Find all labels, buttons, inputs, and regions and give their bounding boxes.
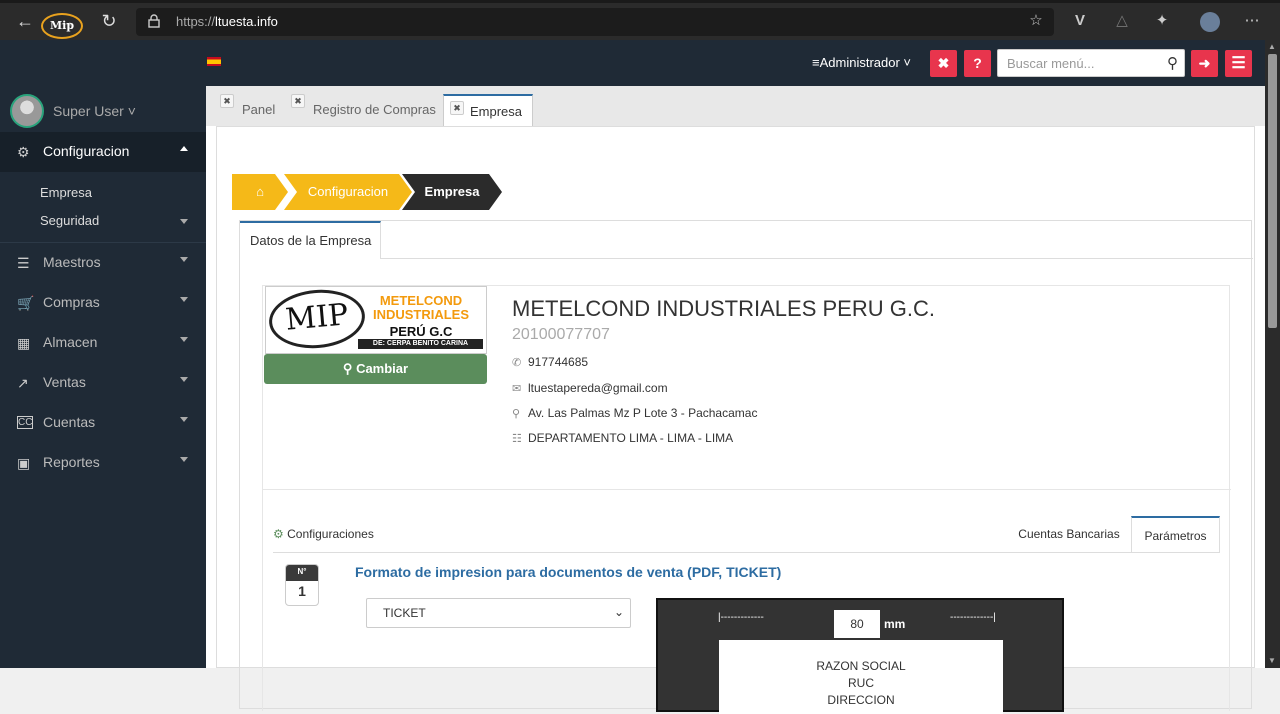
book-icon: ▣: [17, 455, 31, 471]
ticket-preview: |------------- -------------| 80 mm RAZO…: [656, 598, 1064, 714]
caret-down-icon: [180, 297, 188, 302]
reload-icon[interactable]: ↻: [98, 10, 120, 32]
change-logo-button[interactable]: ⚲ Cambiar: [264, 354, 487, 384]
menu-dots-icon[interactable]: ⋯: [1242, 12, 1262, 30]
chevron-down-icon: ⌄: [613, 605, 624, 619]
envelope-icon: ✉: [512, 383, 522, 395]
caret-down-icon: [180, 337, 188, 342]
sidebar-item-maestros[interactable]: ☰ Maestros: [0, 243, 206, 283]
address-bar[interactable]: https://ltuesta.info: [136, 8, 1054, 36]
company-ruc: 20100077707: [512, 326, 610, 343]
gears-icon: ⚙: [17, 144, 30, 160]
sidebar: Super User ˅ ⚙ Configuracion Empresa Segu…: [0, 86, 206, 668]
ticket-paper: RAZON SOCIAL RUC DIRECCION: [719, 640, 1003, 714]
scroll-down-icon[interactable]: ▼: [1268, 656, 1276, 665]
gear-icon: ⚙: [273, 527, 284, 541]
scroll-up-icon[interactable]: ▲: [1268, 42, 1276, 51]
tab-empresa[interactable]: ✖ Empresa: [443, 94, 533, 126]
sidebar-toggle-button[interactable]: ☰: [1225, 50, 1252, 77]
extension-icon[interactable]: △: [1112, 12, 1132, 30]
vivaldi-icon[interactable]: V: [1070, 12, 1090, 30]
number-badge: N° 1: [285, 564, 319, 606]
menu-icon: ≡: [812, 55, 820, 70]
close-icon[interactable]: ✖: [220, 94, 234, 108]
caret-up-icon: [180, 146, 188, 151]
tab-parametros[interactable]: Parámetros: [1131, 516, 1220, 553]
caret-down-icon: [180, 377, 188, 382]
main-content: ✖ Panel ✖ Registro de Compras ✖ Empresa ⌂ C…: [206, 86, 1265, 714]
browser-toolbar: ← → ↻ https://ltuesta.info ☆ V △ ✦ ⋯: [0, 0, 1280, 40]
user-name: Super User: [53, 103, 124, 119]
puzzle-icon[interactable]: ✦: [1152, 12, 1172, 30]
list-icon: ☰: [17, 255, 30, 271]
building-icon: ▦: [17, 335, 31, 351]
profile-icon[interactable]: [1200, 12, 1220, 32]
chart-line-icon: ↗: [17, 375, 29, 391]
tab-bar: ✖ Panel ✖ Registro de Compras ✖ Empresa: [206, 86, 1265, 126]
divider: [381, 258, 1253, 259]
admin-menu[interactable]: ≡Administrador ˅: [812, 55, 911, 70]
lock-icon: [148, 14, 160, 28]
help-button[interactable]: ?: [964, 50, 991, 77]
ticket-width-input[interactable]: 80: [834, 610, 880, 638]
app-logo[interactable]: Mip: [41, 13, 83, 39]
menu-search[interactable]: ⚲: [997, 49, 1185, 77]
sidebar-subitem-empresa[interactable]: Empresa: [40, 185, 92, 200]
close-icon[interactable]: ✖: [291, 94, 305, 108]
print-format-select[interactable]: TICKET ⌄: [366, 598, 631, 628]
caret-down-icon: [180, 257, 188, 262]
tab-panel[interactable]: ✖ Panel: [220, 94, 288, 126]
company-name: METELCOND INDUSTRIALES PERU G.C.: [512, 296, 935, 321]
scrollbar[interactable]: ▲ ▼: [1265, 40, 1280, 668]
menu-search-input[interactable]: [1007, 56, 1157, 71]
company-logo: MIP METELCOND INDUSTRIALES PERÚ G.C DE: C…: [265, 285, 487, 354]
divider: [263, 489, 1231, 490]
breadcrumb-empresa: Empresa: [402, 174, 502, 210]
mip-logo-mark: MIP: [266, 285, 368, 353]
breadcrumb-configuracion[interactable]: Configuracion: [284, 174, 412, 210]
favorite-icon[interactable]: ☆: [1026, 12, 1046, 30]
breadcrumb-home[interactable]: ⌂: [232, 174, 288, 210]
avatar: [10, 94, 44, 128]
company-location: ☷ DEPARTAMENTO LIMA - LIMA - LIMA: [512, 431, 734, 445]
configurations-title: ⚙ Configuraciones: [273, 527, 374, 541]
cart-icon: 🛒: [17, 295, 35, 311]
caret-down-icon: [180, 219, 188, 224]
tab-cuentas-bancarias[interactable]: Cuentas Bancarias: [1009, 516, 1129, 553]
cc-icon: CC: [17, 416, 33, 429]
tab-datos-empresa[interactable]: Datos de la Empresa: [240, 221, 381, 259]
scrollbar-thumb[interactable]: [1268, 54, 1277, 328]
close-icon[interactable]: ✖: [450, 101, 464, 115]
sidebar-item-configuracion[interactable]: ⚙ Configuracion: [0, 132, 206, 172]
sidebar-item-compras[interactable]: 🛒 Compras: [0, 283, 206, 323]
phone-icon: ✆: [512, 357, 522, 369]
logout-button[interactable]: ➜: [1191, 50, 1218, 77]
format-title: Formato de impresion para documentos de …: [355, 564, 782, 580]
company-address: ⚲ Av. Las Palmas Mz P Lote 3 - Pachacamac: [512, 406, 758, 420]
sidebar-item-cuentas[interactable]: CC Cuentas: [0, 403, 206, 443]
sidebar-item-almacen[interactable]: ▦ Almacen: [0, 323, 206, 363]
caret-down-icon: [180, 457, 188, 462]
signpost-icon: ☷: [512, 433, 522, 445]
search-icon: ⚲: [342, 361, 353, 376]
caret-down-icon: [180, 417, 188, 422]
back-icon[interactable]: ←: [14, 10, 36, 32]
map-marker-icon: ⚲: [512, 408, 521, 420]
company-phone: ✆ 917744685: [512, 355, 589, 369]
tab-registro-compras[interactable]: ✖ Registro de Compras: [291, 94, 436, 126]
divider: [273, 552, 1219, 553]
company-card: MIP METELCOND INDUSTRIALES PERÚ G.C DE: C…: [262, 285, 1231, 714]
search-icon[interactable]: ⚲: [1167, 54, 1178, 72]
sidebar-item-ventas[interactable]: ↗ Ventas: [0, 363, 206, 403]
home-icon: ⌂: [256, 184, 264, 199]
sidebar-item-reportes[interactable]: ▣ Reportes: [0, 443, 206, 483]
spain-flag-icon[interactable]: [207, 57, 221, 66]
page-container: ⌂ Configuracion Empresa Datos de la Empr…: [216, 126, 1255, 714]
company-email: ✉ ltuestapereda@gmail.com: [512, 381, 668, 395]
sidebar-subitem-seguridad[interactable]: Seguridad: [40, 213, 99, 228]
url-text: https://ltuesta.info: [176, 14, 278, 29]
fullscreen-button[interactable]: ✖: [930, 50, 957, 77]
company-panel: Datos de la Empresa MIP METELCOND INDUSTR…: [239, 220, 1253, 714]
